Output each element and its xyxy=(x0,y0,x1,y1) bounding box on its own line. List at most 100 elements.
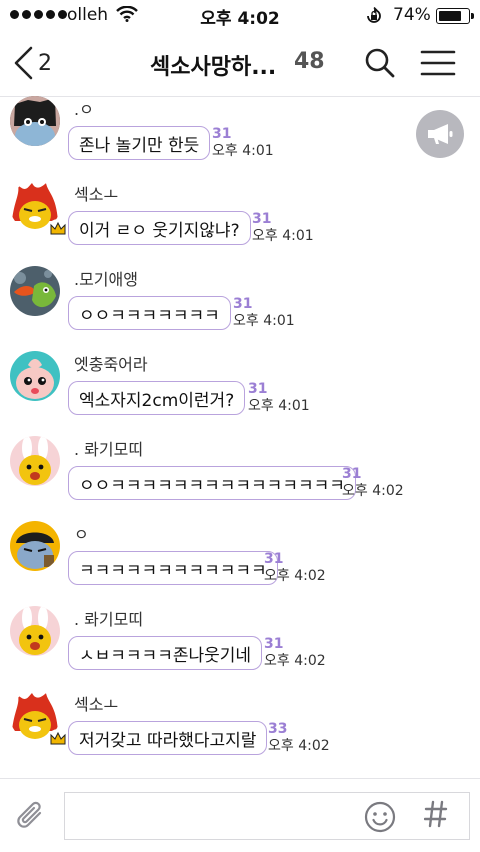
crown-icon xyxy=(50,732,66,745)
member-count: 48 xyxy=(294,49,325,74)
message-bubble[interactable]: ㅅㅂㅋㅋㅋㅋ존나웃기네 xyxy=(68,636,263,670)
message-list[interactable]: .ㅇ 존나 놀기만 한듯 31 오후 4:01 섹소ㅗ 이거 ㄹㅇ 웃기지않냐?… xyxy=(0,96,480,778)
message-input[interactable] xyxy=(64,792,470,840)
message-time: 오후 4:01 xyxy=(233,313,295,329)
message-item: .모기애앵 ㅇㅇㅋㅋㅋㅋㅋㅋㅋ 31 오후 4:01 xyxy=(0,266,480,352)
sender-avatar[interactable] xyxy=(10,691,68,749)
message-meta: 31 오후 4:01 xyxy=(233,296,295,330)
message-item: . 롸기모띠 ㅇㅇㅋㅋㅋㅋㅋㅋㅋㅋㅋㅋㅋㅋㅋㅋㅋ 31 오후 4:02 xyxy=(0,436,480,522)
back-unread-count: 2 xyxy=(38,50,52,76)
message-meta: 31 오후 4:01 xyxy=(248,381,310,415)
sender-name: 엣충죽어라 xyxy=(74,355,148,374)
hashtag-button[interactable] xyxy=(423,800,448,835)
ryan-avatar-icon xyxy=(10,96,60,146)
menu-button[interactable] xyxy=(420,50,456,80)
unread-count: 33 xyxy=(268,721,288,737)
unread-count: 31 xyxy=(342,466,362,482)
message-time: 오후 4:01 xyxy=(252,228,314,244)
sender-avatar[interactable] xyxy=(10,96,60,146)
message-item: 섹소ㅗ 이거 ㄹㅇ 웃기지않냐? 31 오후 4:01 xyxy=(0,181,480,267)
frodo-avatar-icon xyxy=(10,521,60,571)
battery-percent: 74% xyxy=(393,5,431,25)
chevron-left-icon xyxy=(14,46,33,80)
message-item: . 롸기모띠 ㅅㅂㅋㅋㅋㅋ존나웃기네 31 오후 4:02 xyxy=(0,606,480,692)
message-meta: 33 오후 4:02 xyxy=(268,721,330,755)
input-bar xyxy=(0,778,480,852)
dragon-avatar-icon xyxy=(10,266,60,316)
notice-button[interactable] xyxy=(416,110,464,158)
search-icon xyxy=(365,48,395,78)
message-meta: 31 오후 4:02 xyxy=(264,551,326,585)
message-text: ㅇㅇㅋㅋㅋㅋㅋㅋㅋㅋㅋㅋㅋㅋㅋㅋㅋ xyxy=(79,475,345,496)
emoticon-button[interactable] xyxy=(364,801,396,837)
crown-badge xyxy=(48,219,68,239)
message-bubble[interactable]: ㅇㅇㅋㅋㅋㅋㅋㅋㅋㅋㅋㅋㅋㅋㅋㅋㅋ xyxy=(68,466,356,500)
message-time: 오후 4:02 xyxy=(342,483,404,499)
chat-title: 섹소사망하... xyxy=(150,55,277,80)
unread-count: 31 xyxy=(212,126,232,142)
apeach-avatar-icon xyxy=(10,351,60,401)
unread-count: 31 xyxy=(233,296,253,312)
message-bubble[interactable]: ㅇㅇㅋㅋㅋㅋㅋㅋㅋ xyxy=(68,296,231,330)
message-item: ㅇ ㅋㅋㅋㅋㅋㅋㅋㅋㅋㅋㅋㅋ 31 오후 4:02 xyxy=(0,521,480,607)
message-text: 이거 ㄹㅇ 웃기지않냐? xyxy=(79,220,240,241)
hamburger-menu-icon xyxy=(420,50,456,76)
sender-name: .모기애앵 xyxy=(74,270,138,289)
sender-name: . 롸기모띠 xyxy=(74,440,144,459)
message-time: 오후 4:02 xyxy=(264,568,326,584)
muzi-avatar-icon xyxy=(10,436,60,486)
battery-icon xyxy=(436,8,474,24)
message-item: 엣충죽어라 엑소자지2cm이런거? 31 오후 4:01 xyxy=(0,351,480,437)
message-time: 오후 4:01 xyxy=(248,398,310,414)
sender-avatar[interactable] xyxy=(10,521,60,571)
back-button[interactable]: 2 xyxy=(12,44,52,82)
message-bubble[interactable]: 저거갖고 따라했다고지랄 xyxy=(68,721,268,755)
sender-avatar[interactable] xyxy=(10,351,60,401)
message-item: .ㅇ 존나 놀기만 한듯 31 오후 4:01 xyxy=(0,96,480,182)
message-bubble[interactable]: ㅋㅋㅋㅋㅋㅋㅋㅋㅋㅋㅋㅋ xyxy=(68,551,278,585)
sender-avatar[interactable] xyxy=(10,266,60,316)
crown-badge xyxy=(48,729,68,749)
crown-icon xyxy=(50,222,66,235)
message-text: 존나 놀기만 한듯 xyxy=(79,135,200,156)
message-text: ㅇㅇㅋㅋㅋㅋㅋㅋㅋ xyxy=(79,305,220,326)
message-time: 오후 4:02 xyxy=(268,738,330,754)
chat-header: 2 섹소사망하... 48 xyxy=(0,30,480,97)
search-button[interactable] xyxy=(364,47,396,83)
unread-count: 31 xyxy=(264,636,284,652)
message-bubble[interactable]: 존나 놀기만 한듯 xyxy=(68,126,211,160)
hashtag-icon xyxy=(423,800,448,828)
message-time: 오후 4:02 xyxy=(264,653,326,669)
message-text: 저거갖고 따라했다고지랄 xyxy=(79,730,257,751)
message-bubble[interactable]: 이거 ㄹㅇ 웃기지않냐? xyxy=(68,211,251,245)
paperclip-icon xyxy=(17,801,42,828)
message-meta: 31 오후 4:02 xyxy=(264,636,326,670)
message-bubble[interactable]: 엑소자지2cm이런거? xyxy=(68,381,246,415)
attach-button[interactable] xyxy=(16,801,46,837)
megaphone-icon xyxy=(428,124,453,144)
message-text: ㅋㅋㅋㅋㅋㅋㅋㅋㅋㅋㅋㅋ xyxy=(79,560,267,581)
message-meta: 31 오후 4:01 xyxy=(212,126,274,160)
status-bar: olleh 오후 4:02 74% xyxy=(0,0,480,30)
sender-avatar[interactable] xyxy=(10,436,60,486)
sender-name: 섹소ㅗ xyxy=(74,695,119,714)
muzi-avatar-icon xyxy=(10,606,60,656)
sender-name: ㅇ xyxy=(74,525,89,544)
sender-avatar[interactable] xyxy=(10,181,68,239)
unread-count: 31 xyxy=(248,381,268,397)
sender-name: .ㅇ xyxy=(74,100,94,119)
rotation-lock-icon xyxy=(367,7,381,23)
message-item: 섹소ㅗ 저거갖고 따라했다고지랄 33 오후 4:02 xyxy=(0,691,480,777)
sender-name: 섹소ㅗ xyxy=(74,185,119,204)
unread-count: 31 xyxy=(252,211,272,227)
chat-screen: olleh 오후 4:02 74% 2 섹소사망하... 48 .ㅇ 존나 놀기… xyxy=(0,0,480,852)
message-text: ㅅㅂㅋㅋㅋㅋ존나웃기네 xyxy=(79,645,252,666)
sender-avatar[interactable] xyxy=(10,606,60,656)
unread-count: 31 xyxy=(264,551,284,567)
sender-name: . 롸기모띠 xyxy=(74,610,144,629)
smiley-icon xyxy=(364,801,396,833)
message-time: 오후 4:01 xyxy=(212,143,274,159)
message-meta: 31 오후 4:02 xyxy=(342,466,404,500)
message-text: 엑소자지2cm이런거? xyxy=(79,390,235,411)
message-meta: 31 오후 4:01 xyxy=(252,211,314,245)
